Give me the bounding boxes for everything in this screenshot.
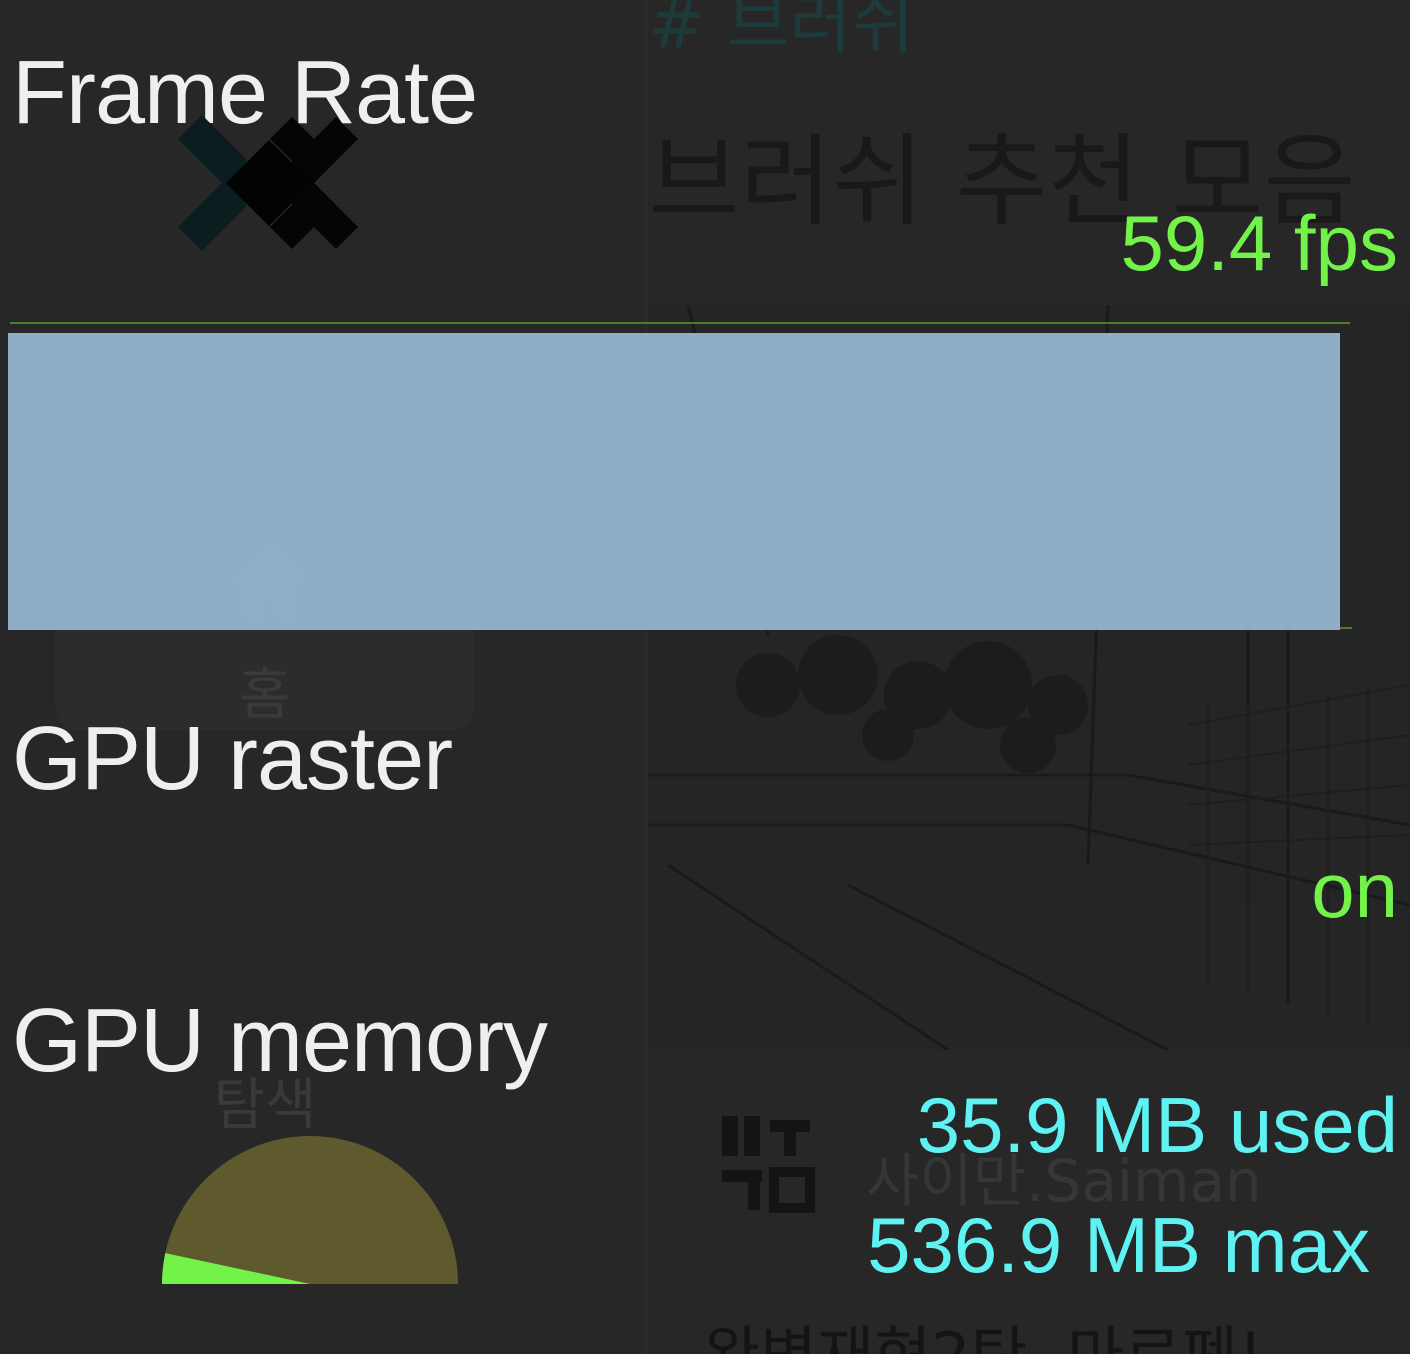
gpu-memory-max: 536.9 MB max xyxy=(867,1201,1370,1289)
gpu-memory-gauge xyxy=(162,1136,458,1284)
gpu-memory-used: 35.9 MB used xyxy=(916,1081,1398,1169)
close-icon[interactable] xyxy=(178,92,360,274)
post-hashtag[interactable]: # 브러쉬 xyxy=(648,0,914,67)
frame-rate-graph-baseline xyxy=(1340,627,1352,629)
frame-rate-graph-topline xyxy=(10,322,1350,324)
author-logo xyxy=(722,1116,815,1213)
screen: 홈 탐색 # 브러쉬 브러쉬 추천 모음 사이만.Saiman Frame Ra… xyxy=(0,0,1410,1354)
gpu-memory-gauge-background xyxy=(162,1136,458,1284)
gpu-memory-label: GPU memory xyxy=(12,991,548,1091)
frame-rate-graph xyxy=(8,333,1340,630)
frame-rate-value: 59.4 fps xyxy=(1120,199,1398,287)
post-subtitle[interactable]: 완벽재현2탄, 마르펜! xyxy=(703,1305,1263,1354)
gpu-raster-value: on xyxy=(1311,846,1398,934)
gpu-raster-label: GPU raster xyxy=(12,709,453,809)
